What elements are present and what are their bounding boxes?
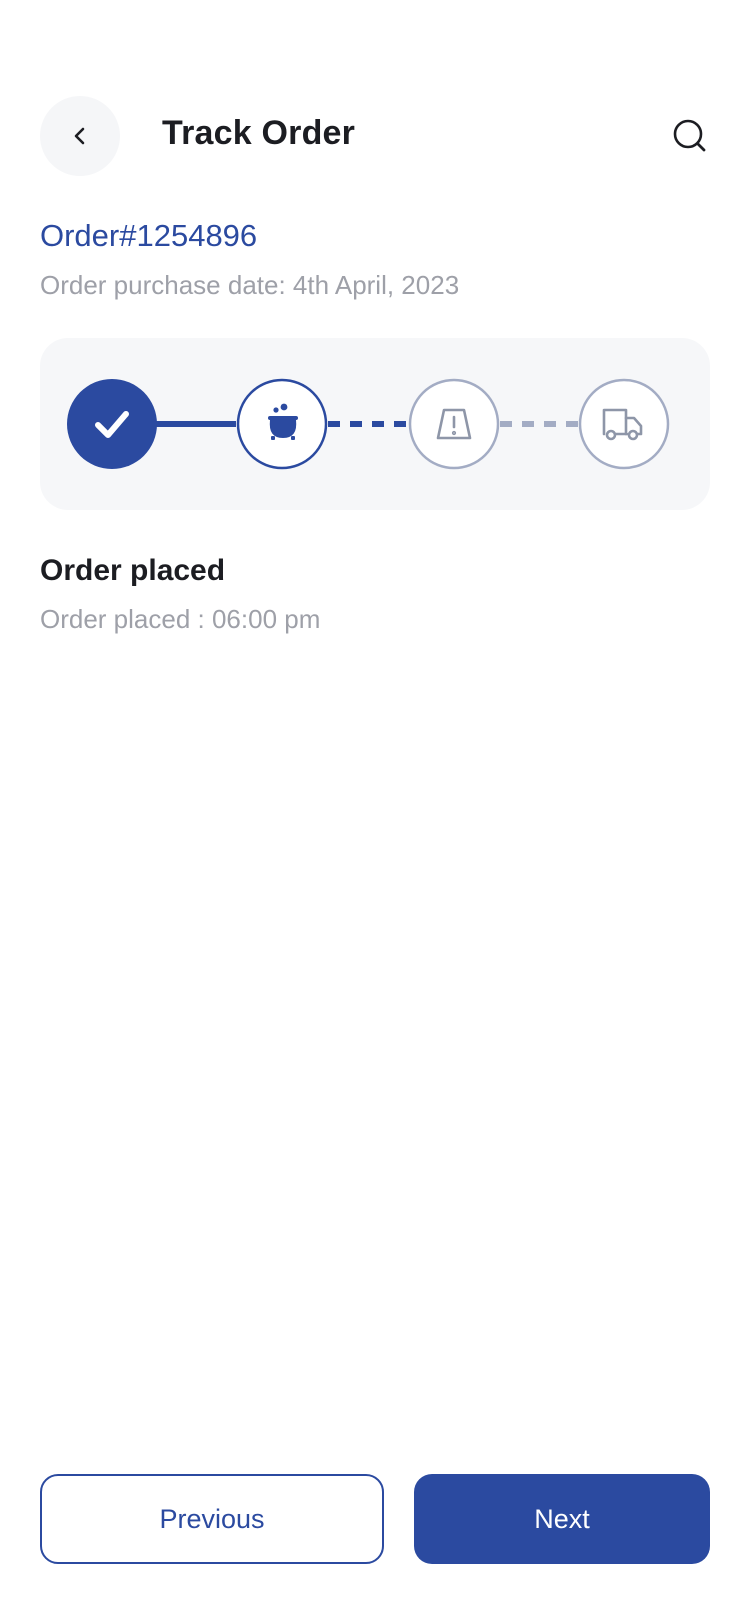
next-button[interactable]: Next xyxy=(414,1474,710,1564)
previous-button[interactable]: Previous xyxy=(40,1474,384,1564)
step-delivered xyxy=(578,378,670,470)
purchase-date: Order purchase date: 4th April, 2023 xyxy=(40,270,460,300)
step-order-placed xyxy=(67,379,157,469)
search-icon xyxy=(673,119,706,152)
step-preparing xyxy=(236,378,328,470)
tracker-graphic xyxy=(67,378,670,470)
search-button[interactable] xyxy=(670,116,710,156)
page-title: Track Order xyxy=(162,114,356,152)
back-button[interactable] xyxy=(40,96,120,176)
order-progress-tracker xyxy=(40,338,710,510)
order-number: Order#1254896 xyxy=(40,218,258,253)
app-header: Track Order xyxy=(0,96,750,176)
status-time: Order placed : 06:00 pm xyxy=(40,604,321,634)
step-on-the-way xyxy=(408,378,500,470)
status-title: Order placed xyxy=(40,554,226,587)
chevron-left-icon xyxy=(74,127,85,145)
